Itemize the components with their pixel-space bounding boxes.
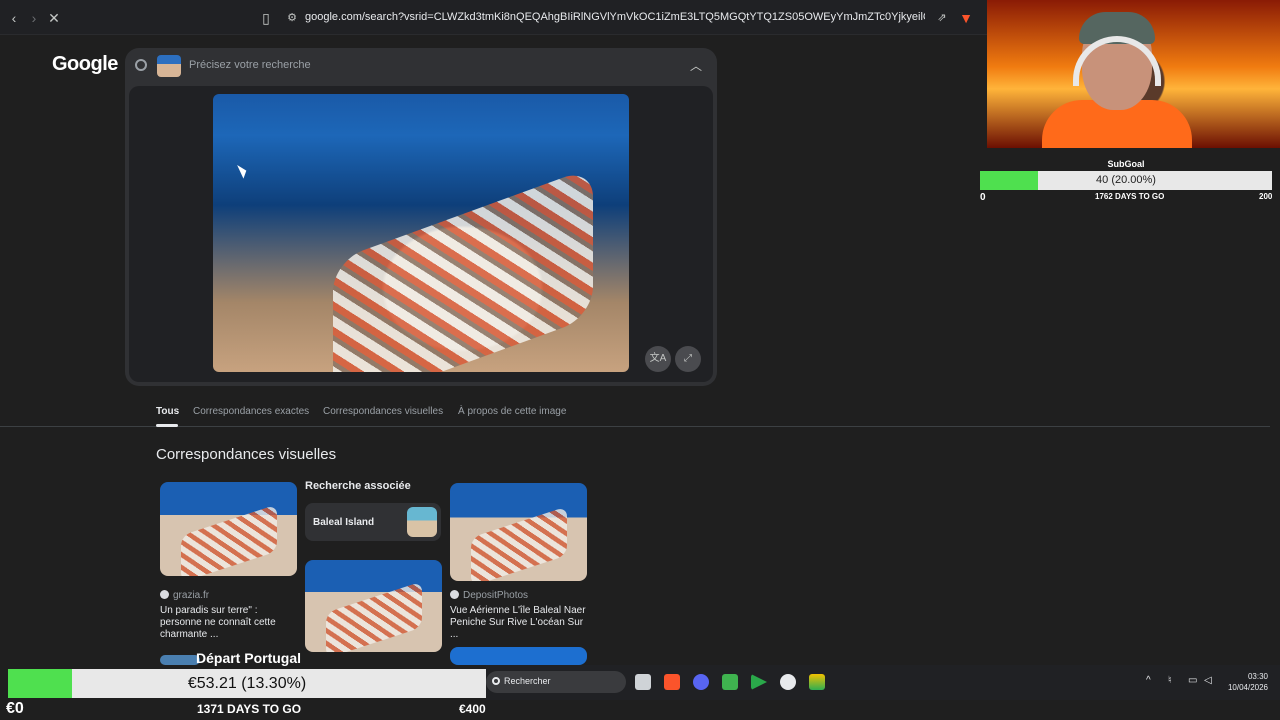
share-icon[interactable]: ⇗ bbox=[934, 10, 950, 26]
result-image[interactable] bbox=[305, 560, 442, 652]
back-icon[interactable]: ‹ bbox=[6, 10, 22, 26]
active-tab-indicator bbox=[156, 424, 178, 427]
subgoal-days: 1762 DAYS TO GO bbox=[1095, 192, 1165, 201]
subgoal-progress-bar: 40 (20.00%) bbox=[980, 171, 1272, 190]
site-favicon-icon bbox=[160, 590, 169, 599]
clock-time: 03:30 bbox=[1247, 672, 1268, 681]
spreadsheet-app-icon[interactable] bbox=[722, 674, 738, 690]
related-search-chip[interactable]: Baleal Island bbox=[305, 503, 441, 541]
result-description[interactable]: Vue Aérienne L'île Baleal Naer Peniche S… bbox=[450, 605, 590, 641]
query-image-thumbnail[interactable] bbox=[157, 55, 181, 77]
address-bar[interactable]: google.com/search?vsrid=CLWZkd3tmKi8nQEQ… bbox=[305, 11, 925, 23]
subgoal-value: 40 (20.00%) bbox=[1096, 174, 1156, 186]
goal-days: 1371 DAYS TO GO bbox=[197, 702, 302, 716]
result-image[interactable] bbox=[450, 483, 587, 581]
volume-icon[interactable]: ◁ bbox=[1204, 675, 1212, 686]
google-logo[interactable]: Google bbox=[52, 53, 118, 76]
lens-search-panel: Précisez votre recherche ︿ 文A ⤢ bbox=[125, 48, 717, 386]
search-icon bbox=[135, 59, 147, 71]
subgoal-title: SubGoal bbox=[1107, 159, 1145, 169]
obs-icon[interactable] bbox=[780, 674, 796, 690]
tab-visual-matches[interactable]: Correspondances visuelles bbox=[323, 406, 443, 417]
tab-about-image[interactable]: À propos de cette image bbox=[458, 406, 566, 417]
brave-shield-icon[interactable]: ▼ bbox=[958, 10, 974, 26]
result-source[interactable]: DepositPhotos bbox=[450, 590, 528, 601]
result-image[interactable] bbox=[160, 482, 297, 576]
system-clock[interactable]: 03:30 10/04/2026 bbox=[1226, 671, 1268, 693]
tab-exact-matches[interactable]: Correspondances exactes bbox=[193, 406, 309, 417]
section-title: Correspondances visuelles bbox=[156, 446, 337, 463]
chevron-up-icon[interactable]: ︿ bbox=[690, 57, 702, 74]
microphone-icon[interactable]: ♮ bbox=[1168, 675, 1172, 686]
goal-progress-bar: €53.21 (13.30%) bbox=[8, 669, 486, 698]
query-image-area: 文A ⤢ bbox=[129, 86, 713, 382]
search-row[interactable]: Précisez votre recherche ︿ bbox=[125, 48, 717, 84]
discord-icon[interactable] bbox=[693, 674, 709, 690]
windows-taskbar: Rechercher ^ ♮ ▭ ◁ 03:30 10/04/2026 bbox=[486, 665, 1280, 700]
task-view-icon[interactable] bbox=[635, 674, 651, 690]
query-image[interactable] bbox=[213, 94, 629, 372]
village-roofs-graphic bbox=[333, 166, 593, 372]
related-search-thumbnail bbox=[407, 507, 437, 537]
taskbar-search-text: Rechercher bbox=[504, 676, 551, 686]
results-tabs: Tous Correspondances exactes Corresponda… bbox=[0, 397, 1280, 427]
refine-search-input[interactable]: Précisez votre recherche bbox=[189, 59, 311, 71]
expand-icon[interactable]: ⤢ bbox=[675, 346, 701, 372]
play-app-icon[interactable] bbox=[751, 674, 767, 690]
tab-all[interactable]: Tous bbox=[156, 406, 179, 417]
subgoal-max: 200 bbox=[1259, 192, 1273, 201]
brave-browser-icon[interactable] bbox=[664, 674, 680, 690]
taskbar-search[interactable]: Rechercher bbox=[486, 671, 626, 693]
source-label: DepositPhotos bbox=[463, 590, 529, 601]
webcam-overlay bbox=[987, 0, 1280, 148]
result-image[interactable] bbox=[450, 647, 587, 665]
stop-loading-icon[interactable]: ✕ bbox=[46, 10, 62, 26]
source-label: grazia.fr bbox=[173, 590, 210, 601]
result-image[interactable] bbox=[160, 655, 200, 665]
translate-icon[interactable]: 文A bbox=[645, 346, 671, 372]
clock-date: 10/04/2026 bbox=[1227, 683, 1268, 692]
forward-icon[interactable]: › bbox=[26, 10, 42, 26]
network-icon[interactable]: ▭ bbox=[1188, 675, 1197, 686]
depart-portugal-label: Départ Portugal bbox=[196, 650, 302, 666]
chevron-up-icon[interactable]: ^ bbox=[1146, 675, 1151, 686]
roofs-graphic bbox=[180, 504, 277, 576]
subgoal-min: 0 bbox=[980, 192, 986, 203]
layers-app-icon[interactable] bbox=[809, 674, 825, 690]
goal-value: €53.21 (13.30%) bbox=[187, 675, 307, 692]
result-description[interactable]: Un paradis sur terre" : personne ne conn… bbox=[160, 605, 300, 641]
goal-max: €400 bbox=[459, 702, 486, 716]
site-favicon-icon bbox=[450, 590, 459, 599]
related-search-label: Baleal Island bbox=[313, 517, 375, 528]
goal-min: €0 bbox=[6, 700, 24, 717]
roofs-graphic bbox=[470, 506, 567, 581]
result-source[interactable]: grazia.fr bbox=[160, 590, 209, 601]
search-icon bbox=[492, 677, 500, 685]
related-search-title: Recherche associée bbox=[305, 480, 411, 492]
roofs-graphic bbox=[325, 581, 422, 652]
site-info-icon[interactable]: ⚙ bbox=[284, 10, 300, 26]
bookmark-icon[interactable]: ▯ bbox=[258, 10, 274, 26]
